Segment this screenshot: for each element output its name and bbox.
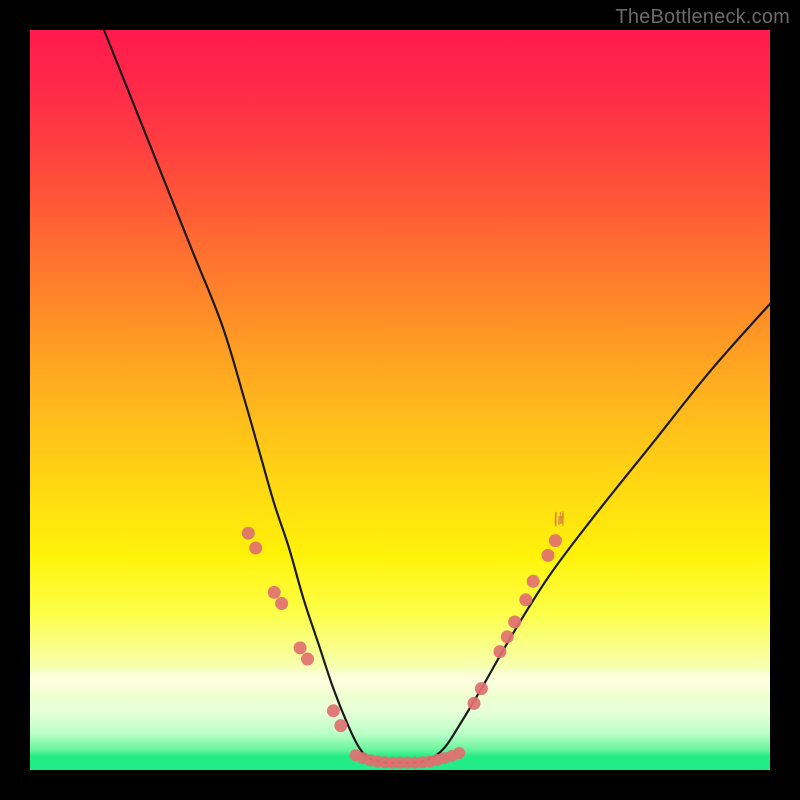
curve-layer bbox=[30, 30, 770, 770]
marker-dots-bottom bbox=[350, 747, 466, 769]
right-cluster-fuzz bbox=[555, 512, 563, 526]
marker-dots-left bbox=[242, 527, 347, 732]
plot-area bbox=[30, 30, 770, 770]
marker-dots-right bbox=[468, 534, 562, 710]
watermark-text: TheBottleneck.com bbox=[615, 6, 790, 29]
chart-frame: TheBottleneck.com bbox=[0, 0, 800, 800]
bottleneck-curve bbox=[104, 30, 770, 763]
